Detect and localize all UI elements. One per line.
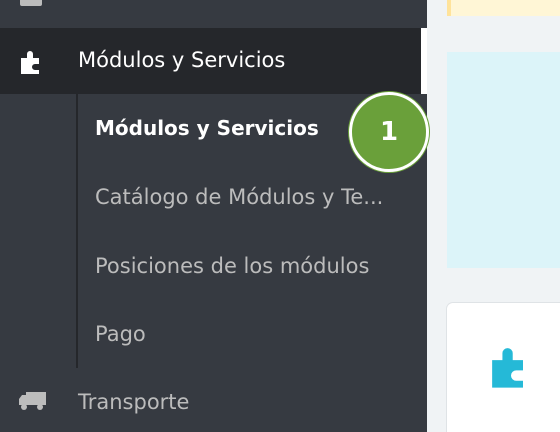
- previous-item-icon: [20, 0, 42, 6]
- submenu-item-payment[interactable]: Pago: [95, 322, 146, 346]
- main-content: [427, 0, 560, 432]
- info-alert: [447, 52, 560, 268]
- puzzle-icon: [18, 48, 46, 76]
- content-panel: [447, 303, 560, 432]
- sidebar-nav: Módulos y Servicios Módulos y Servicios …: [0, 0, 427, 432]
- step-badge: 1: [349, 92, 429, 172]
- submenu-item-modules-services[interactable]: Módulos y Servicios: [95, 116, 319, 140]
- sidebar-item-previous[interactable]: [0, 0, 427, 28]
- warning-alert: [447, 0, 560, 16]
- submenu-item-positions[interactable]: Posiciones de los módulos: [95, 254, 369, 278]
- truck-icon: [18, 390, 48, 412]
- submenu-divider: [76, 94, 78, 368]
- app-root: Módulos y Servicios Módulos y Servicios …: [0, 0, 560, 432]
- sidebar-item-label: Módulos y Servicios: [78, 48, 286, 72]
- submenu-item-catalog[interactable]: Catálogo de Módulos y Te...: [95, 185, 383, 209]
- sidebar-item-modules[interactable]: Módulos y Servicios: [0, 28, 421, 94]
- sidebar-item-label: Transporte: [78, 390, 190, 414]
- puzzle-icon: [487, 343, 535, 391]
- sidebar-item-transport[interactable]: Transporte: [0, 376, 427, 432]
